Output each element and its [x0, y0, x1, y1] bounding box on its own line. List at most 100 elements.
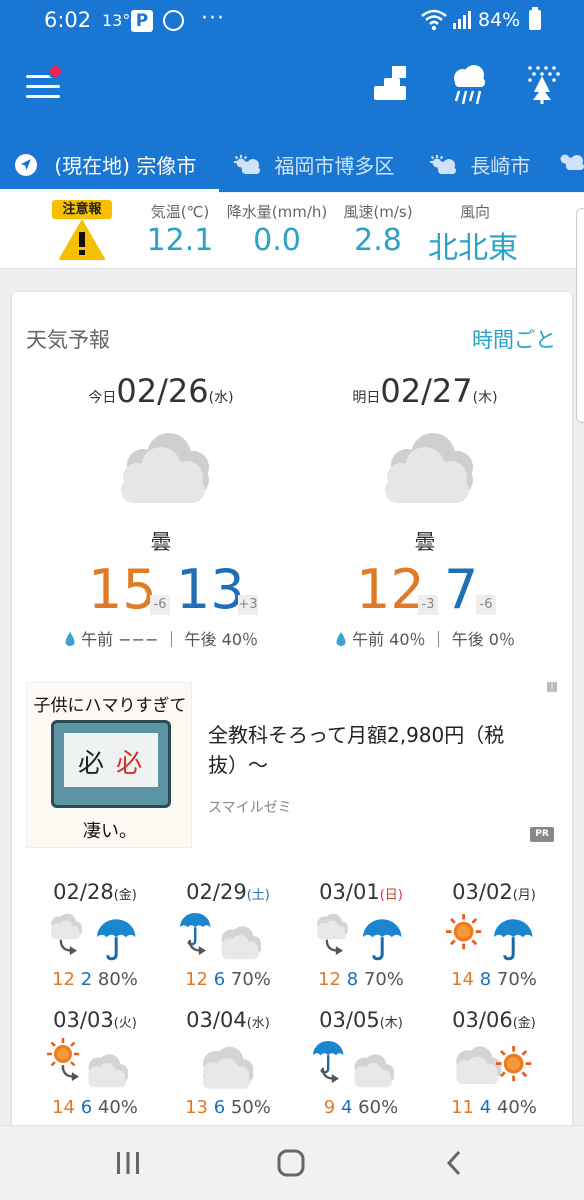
precip-label: 降水量(mm/h) — [226, 203, 328, 221]
weekly-day-of-week: (金) — [113, 888, 137, 903]
back-icon[interactable] — [444, 1148, 464, 1178]
weekly-low: 8 — [479, 969, 492, 990]
wind-dir-value: 北北東 — [428, 231, 518, 266]
day-temperatures: 15 -6 13 +3 — [26, 560, 296, 620]
cloud-icon — [121, 433, 209, 503]
tab-fukuoka-hakata[interactable]: 福岡市博多区 — [232, 150, 394, 179]
app-bar — [0, 40, 584, 136]
day-of-week: (水) — [208, 390, 234, 406]
warning-badge[interactable]: 注意報 — [52, 200, 112, 219]
low-temp: 13 — [176, 558, 245, 621]
weekly-date: 03/05(木) — [294, 1008, 428, 1032]
weekly-day-cell[interactable]: 03/05(木) 9 4 60% — [294, 1008, 428, 1138]
day-precip: 午前 40％ ｜ 午後 0％ — [290, 626, 560, 650]
weekly-pop: 50% — [230, 1097, 271, 1118]
ad-kanji-1: 必 — [78, 749, 105, 779]
weekly-temps-pop: 13 6 50% — [161, 1097, 295, 1118]
high-temp: 12 — [356, 558, 425, 621]
precip-value: 0.0 — [253, 223, 301, 258]
weekly-day-cell[interactable]: 02/29(土) 12 6 70% — [161, 880, 295, 1010]
ad-pr-badge: PR — [530, 827, 554, 842]
tomorrow-forecast[interactable]: 明日02/27(木) 曇 12 -3 7 -6 午前 40％ ｜ 午後 0％ — [290, 372, 560, 662]
weekly-day-cell[interactable]: 03/06(金) 11 4 40% — [427, 1008, 561, 1138]
weekly-high: 12 — [185, 969, 208, 990]
snow-forest-icon[interactable] — [526, 64, 562, 104]
partly-cloudy-icon — [430, 155, 456, 174]
partly-cloudy-icon — [560, 154, 584, 170]
home-icon[interactable] — [276, 1148, 306, 1178]
cloud-to-rain-icon — [51, 913, 136, 961]
weekly-pop: 70% — [363, 969, 404, 990]
messenger-icon — [163, 10, 184, 31]
weekly-high: 12 — [52, 969, 75, 990]
weekly-date: 02/29(土) — [161, 880, 295, 904]
location-tabs: (現在地) 宗像市 福岡市博多区 長崎市 — [0, 136, 584, 192]
temp-label: 気温(℃) — [150, 203, 210, 221]
sun-and-rain-icon — [446, 914, 533, 961]
weekly-high: 14 — [451, 969, 474, 990]
weekly-day-of-week: (水) — [246, 1016, 270, 1031]
tab-label: 長崎市 — [470, 154, 531, 178]
recent-apps-icon[interactable] — [114, 1148, 142, 1178]
weekly-temps-pop: 11 4 40% — [427, 1097, 561, 1118]
weekly-low: 4 — [479, 1097, 492, 1118]
weekly-day-cell[interactable]: 02/28(金) 12 2 80% — [28, 880, 162, 1010]
scrollbar[interactable] — [576, 208, 584, 423]
weekly-date-text: 02/29 — [186, 880, 247, 904]
ranking-icon[interactable] — [372, 64, 408, 102]
day-prefix: 今日 — [88, 390, 117, 406]
battery-percent: 84% — [478, 9, 521, 31]
weekly-low: 6 — [80, 1097, 93, 1118]
weekly-high: 13 — [185, 1097, 208, 1118]
high-temp: 15 — [88, 558, 157, 621]
hourly-link[interactable]: 時間ごと — [472, 324, 556, 354]
status-bar: 6:02 13° P ··· 84% — [0, 0, 584, 40]
battery-icon — [529, 7, 541, 30]
weekly-temps-pop: 12 6 70% — [161, 969, 295, 990]
weekly-date: 03/04(水) — [161, 1008, 295, 1032]
parking-app-icon: P — [131, 10, 153, 32]
weekly-pop: 80% — [97, 969, 138, 990]
cloud-to-rain-icon — [317, 913, 402, 961]
weekly-day-of-week: (木) — [379, 1016, 403, 1031]
more-notifications-icon: ··· — [201, 6, 225, 31]
ad-image[interactable]: 子供にハマりすぎて 必 必 凄い。 — [26, 682, 192, 848]
weekly-high: 12 — [318, 969, 341, 990]
cloud-icon — [203, 1046, 254, 1089]
rain-radar-icon[interactable] — [449, 64, 489, 106]
status-time: 6:02 — [44, 8, 92, 32]
tablet-screen: 必 必 — [64, 733, 158, 787]
weekly-date-text: 03/03 — [53, 1008, 114, 1032]
day-temperatures: 12 -3 7 -6 — [290, 560, 560, 620]
low-temp-diff: -6 — [476, 595, 496, 615]
wind-speed-label: 風速(m/s) — [343, 203, 413, 221]
weekly-date: 03/02(月) — [427, 880, 561, 904]
ad-headline[interactable]: 全教科そろって月額2,980円（税抜）〜 — [208, 720, 548, 780]
weekly-day-cell[interactable]: 03/03(火) 14 6 40% — [28, 1008, 162, 1138]
ad-image-caption-top: 子供にハマりすぎて — [33, 696, 187, 716]
weekly-day-cell[interactable]: 03/01(日) 12 8 70% — [294, 880, 428, 1010]
day-condition: 曇 — [414, 530, 436, 554]
day-header: 今日02/26(水) — [26, 372, 296, 410]
low-temp: 7 — [444, 558, 479, 621]
day-of-week: (木) — [472, 390, 498, 406]
high-temp-diff: -3 — [418, 595, 438, 615]
day-header: 明日02/27(木) — [290, 372, 560, 410]
warning-triangle-icon[interactable] — [58, 219, 106, 261]
weekly-date: 02/28(金) — [28, 880, 162, 904]
weekly-temps-pop: 14 6 40% — [28, 1097, 162, 1118]
tab-nagasaki[interactable]: 長崎市 — [428, 150, 530, 179]
ad-info-icon[interactable]: i — [547, 682, 557, 692]
weekly-day-cell[interactable]: 03/04(水) 13 6 50% — [161, 1008, 295, 1138]
status-temperature: 13° — [102, 11, 131, 30]
today-forecast[interactable]: 今日02/26(水) 曇 15 -6 13 +3 午前 −−− ｜ 午後 40％ — [26, 372, 296, 662]
weekly-day-cell[interactable]: 03/02(月) 14 8 70% — [427, 880, 561, 1010]
weekly-day-of-week: (土) — [246, 888, 270, 903]
tab-current-location[interactable]: (現在地) 宗像市 — [14, 150, 196, 179]
weekly-day-of-week: (火) — [113, 1016, 137, 1031]
tab-next-partial[interactable] — [556, 150, 584, 174]
day-date: 02/27 — [380, 372, 473, 410]
partly-cloudy-icon — [234, 155, 260, 174]
raindrop-icon — [65, 632, 75, 646]
weekly-low: 6 — [213, 969, 226, 990]
